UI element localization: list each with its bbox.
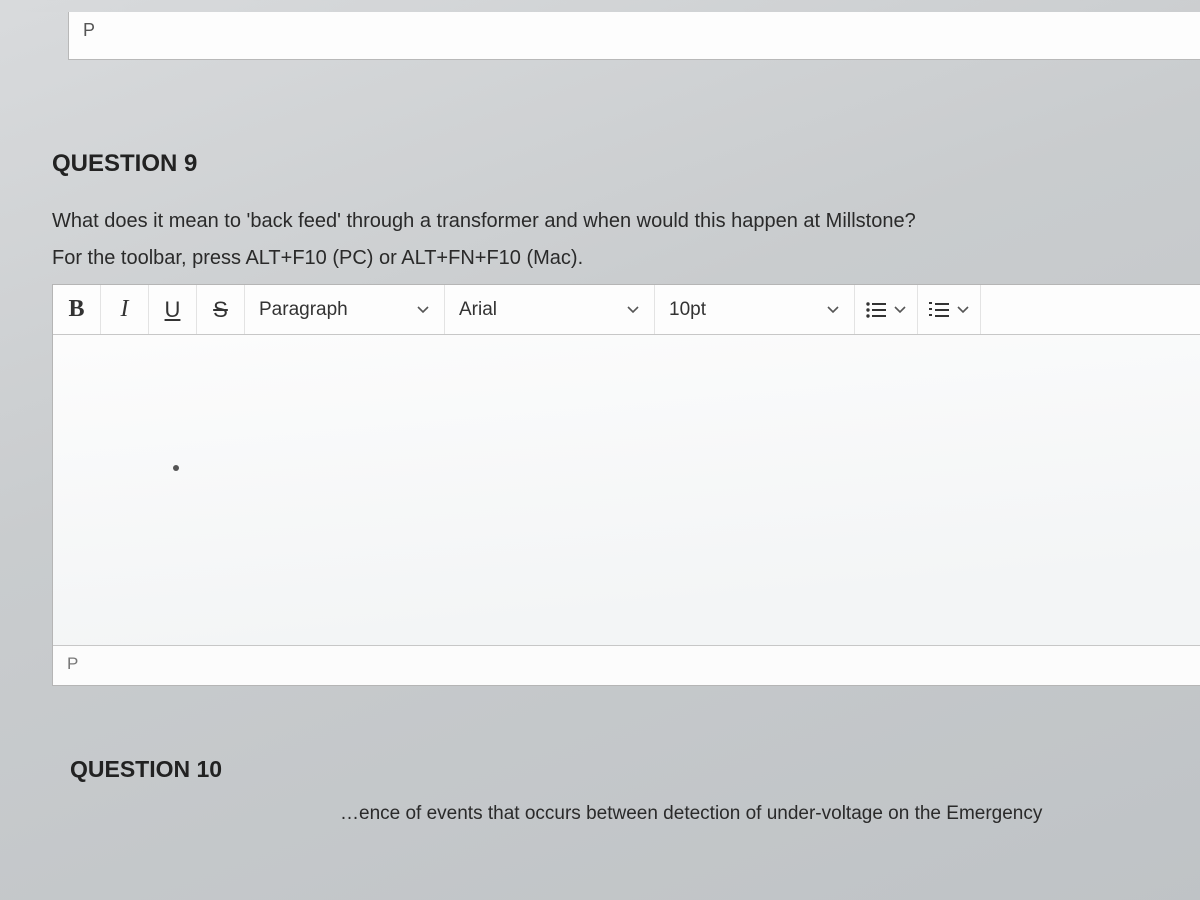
chevron-down-icon <box>893 303 907 317</box>
bulleted-list-icon <box>865 301 887 319</box>
numbered-list-button[interactable] <box>918 285 981 334</box>
editor-toolbar: B I U S Paragraph Arial 10pt <box>53 285 1200 335</box>
chevron-down-icon <box>416 303 430 317</box>
cursor-dot <box>173 465 179 471</box>
editor-status-bar: P <box>53 645 1200 685</box>
editor-textarea[interactable] <box>53 335 1200 645</box>
numbered-list-icon <box>928 301 950 319</box>
paragraph-style-label: Paragraph <box>259 299 348 321</box>
font-size-select[interactable]: 10pt <box>655 285 855 334</box>
editor-path-indicator: P <box>67 654 78 673</box>
toolbar-access-hint: For the toolbar, press ALT+F10 (PC) or A… <box>52 243 1200 274</box>
italic-button[interactable]: I <box>101 285 149 334</box>
chevron-down-icon <box>826 303 840 317</box>
bulleted-list-button[interactable] <box>855 285 918 334</box>
question-9-block: QUESTION 9 What does it mean to 'back fe… <box>52 150 1200 686</box>
question-10-block: QUESTION 10 …ence of events that occurs … <box>70 756 1200 825</box>
previous-question-status-bar: P <box>68 12 1200 60</box>
strikethrough-button[interactable]: S <box>197 285 245 334</box>
font-family-label: Arial <box>459 299 497 321</box>
rich-text-editor: B I U S Paragraph Arial 10pt <box>52 284 1200 686</box>
question-9-title: QUESTION 9 <box>52 150 1200 178</box>
font-size-label: 10pt <box>669 299 706 321</box>
font-family-select[interactable]: Arial <box>445 285 655 334</box>
underline-button[interactable]: U <box>149 285 197 334</box>
chevron-down-icon <box>626 303 640 317</box>
question-10-fragment: …ence of events that occurs between dete… <box>70 803 1200 825</box>
question-10-title: QUESTION 10 <box>70 756 1200 783</box>
bold-button[interactable]: B <box>53 285 101 334</box>
prev-path-indicator: P <box>83 20 95 40</box>
chevron-down-icon <box>956 303 970 317</box>
page-root: P QUESTION 9 What does it mean to 'back … <box>0 12 1200 825</box>
paragraph-style-select[interactable]: Paragraph <box>245 285 445 334</box>
question-9-prompt: What does it mean to 'back feed' through… <box>52 206 1200 237</box>
